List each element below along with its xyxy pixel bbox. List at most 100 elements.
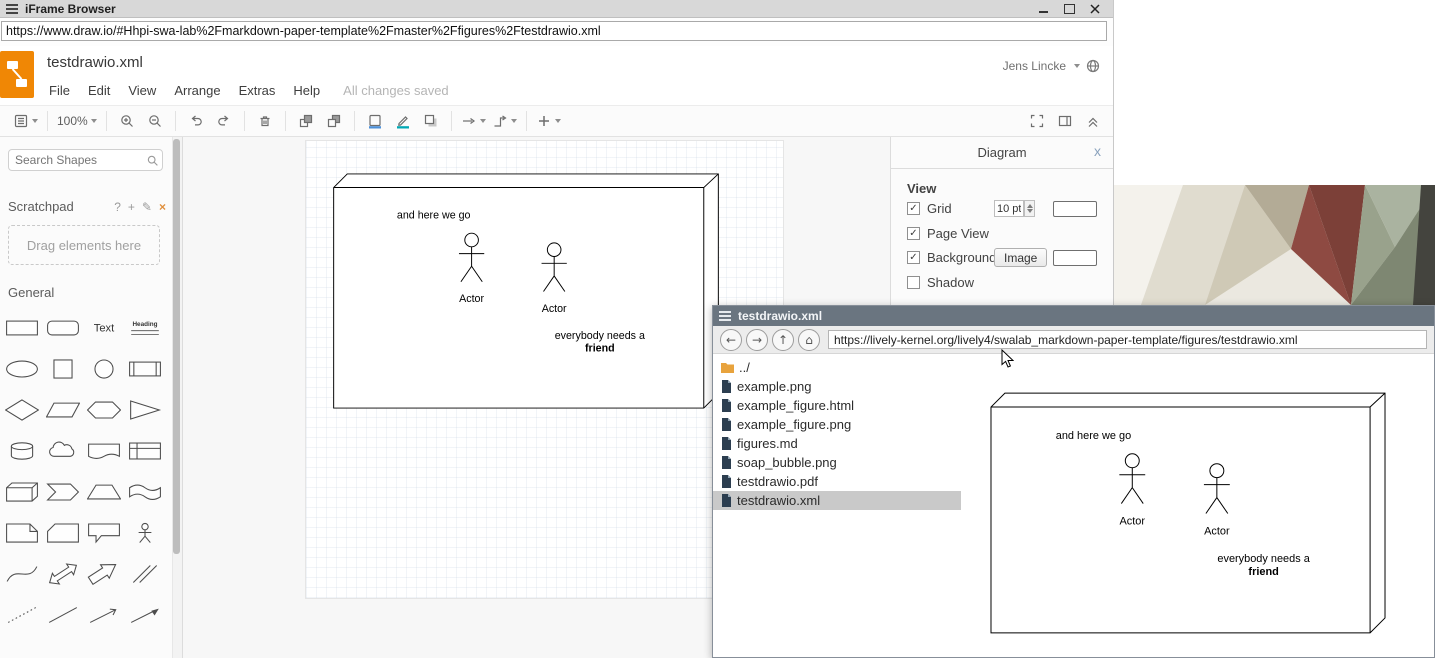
- scratchpad-help-icon[interactable]: ?: [114, 200, 121, 214]
- shape-cloud[interactable]: [42, 430, 83, 471]
- shape-line[interactable]: [42, 594, 83, 635]
- connection-button[interactable]: [458, 109, 489, 133]
- shape-internal-storage[interactable]: [124, 430, 165, 471]
- menu-arrange[interactable]: Arrange: [165, 83, 229, 98]
- shape-rectangle[interactable]: [1, 307, 42, 348]
- menu-edit[interactable]: Edit: [79, 83, 119, 98]
- search-input[interactable]: [8, 149, 163, 171]
- redo-button[interactable]: [210, 109, 238, 133]
- shape-card[interactable]: [42, 512, 83, 553]
- shape-parallelogram[interactable]: [42, 389, 83, 430]
- maximize-button[interactable]: [1061, 2, 1077, 15]
- fill-color-button[interactable]: [361, 109, 389, 133]
- shape-tape[interactable]: [124, 471, 165, 512]
- up-button[interactable]: ↑: [772, 329, 794, 351]
- fit-page-icon[interactable]: [1029, 113, 1045, 129]
- grid-size-input[interactable]: [994, 200, 1024, 217]
- zoom-level-dropdown[interactable]: 100%: [54, 109, 100, 133]
- shape-bidirectional-arrow[interactable]: [42, 553, 83, 594]
- file-row-selected[interactable]: testdrawio.xml: [713, 491, 961, 510]
- actor-1-label[interactable]: Actor: [459, 293, 484, 305]
- format-panel-toggle-icon[interactable]: [1057, 113, 1073, 129]
- shape-cube[interactable]: [1, 471, 42, 512]
- file-row[interactable]: example_figure.html: [713, 396, 961, 415]
- search-icon[interactable]: [146, 154, 160, 168]
- format-panel-close-icon[interactable]: x: [1094, 143, 1101, 159]
- shape-note[interactable]: [1, 512, 42, 553]
- delete-button[interactable]: [251, 109, 279, 133]
- to-back-button[interactable]: [320, 109, 348, 133]
- grid-size-spinner[interactable]: [1024, 200, 1035, 217]
- shadow-checkbox[interactable]: [907, 276, 920, 289]
- undo-button[interactable]: [182, 109, 210, 133]
- file-row-parent-dir[interactable]: ../: [713, 358, 961, 377]
- shape-ellipse[interactable]: [1, 348, 42, 389]
- section-general[interactable]: General: [8, 285, 54, 300]
- scratchpad-close-icon[interactable]: ×: [159, 200, 166, 214]
- shape-curve[interactable]: [1, 553, 42, 594]
- zoom-out-button[interactable]: [141, 109, 169, 133]
- cube-shape[interactable]: [334, 174, 719, 408]
- file-row[interactable]: example_figure.png: [713, 415, 961, 434]
- note-text-line2[interactable]: friend: [585, 343, 615, 355]
- shape-dotted-line[interactable]: [1, 594, 42, 635]
- sidebar-scrollbar-thumb[interactable]: [173, 139, 180, 554]
- to-front-button[interactable]: [292, 109, 320, 133]
- shape-rounded-rectangle[interactable]: [42, 307, 83, 348]
- home-button[interactable]: ⌂: [798, 329, 820, 351]
- shape-hexagon[interactable]: [83, 389, 124, 430]
- shape-heading[interactable]: Heading: [124, 307, 165, 348]
- actor-2-label[interactable]: Actor: [542, 303, 567, 315]
- shape-open-arrow[interactable]: [83, 594, 124, 635]
- note-text-line1[interactable]: everybody needs a: [555, 330, 645, 342]
- scratchpad-dropzone[interactable]: Drag elements here: [8, 225, 160, 265]
- menu-file[interactable]: File: [40, 83, 79, 98]
- menu-extras[interactable]: Extras: [230, 83, 285, 98]
- shape-arrow[interactable]: [124, 594, 165, 635]
- background-color-swatch[interactable]: [1053, 250, 1097, 266]
- grid-color-swatch[interactable]: [1053, 201, 1097, 217]
- close-button[interactable]: [1087, 2, 1103, 15]
- menu-view[interactable]: View: [119, 83, 165, 98]
- format-panel-tab-diagram[interactable]: Diagram: [891, 137, 1113, 169]
- language-globe-icon[interactable]: [1085, 58, 1101, 74]
- file-url-input[interactable]: [828, 330, 1427, 349]
- scratchpad-edit-icon[interactable]: ✎: [142, 200, 152, 214]
- shape-cylinder[interactable]: [1, 430, 42, 471]
- user-menu[interactable]: Jens Lincke: [1003, 58, 1101, 74]
- shape-block-arrow[interactable]: [83, 553, 124, 594]
- shape-document[interactable]: [83, 430, 124, 471]
- diagram-caption[interactable]: and here we go: [397, 210, 471, 222]
- background-image-button[interactable]: Image: [994, 248, 1047, 267]
- menu-help[interactable]: Help: [284, 83, 329, 98]
- spinner-down-icon[interactable]: [1027, 209, 1033, 213]
- background-checkbox[interactable]: ✓: [907, 251, 920, 264]
- shape-process[interactable]: [124, 348, 165, 389]
- file-row[interactable]: soap_bubble.png: [713, 453, 961, 472]
- scratchpad-add-icon[interactable]: +: [128, 200, 135, 214]
- insert-button[interactable]: [533, 109, 564, 133]
- shape-square[interactable]: [42, 348, 83, 389]
- window-menu-icon[interactable]: [719, 309, 731, 323]
- view-button[interactable]: [10, 109, 41, 133]
- shape-callout[interactable]: [83, 512, 124, 553]
- window-menu-icon[interactable]: [6, 2, 18, 16]
- shape-circle[interactable]: [83, 348, 124, 389]
- grid-checkbox[interactable]: ✓: [907, 202, 920, 215]
- address-bar[interactable]: [1, 21, 1107, 41]
- shape-diamond[interactable]: [1, 389, 42, 430]
- spinner-up-icon[interactable]: [1027, 204, 1033, 208]
- line-color-button[interactable]: [389, 109, 417, 133]
- shape-step[interactable]: [42, 471, 83, 512]
- zoom-in-button[interactable]: [113, 109, 141, 133]
- shape-trapezoid[interactable]: [83, 471, 124, 512]
- shape-actor[interactable]: [124, 512, 165, 553]
- back-button[interactable]: ←: [720, 329, 742, 351]
- shape-text[interactable]: Text: [83, 307, 124, 348]
- shape-triangle[interactable]: [124, 389, 165, 430]
- file-row[interactable]: testdrawio.pdf: [713, 472, 961, 491]
- shadow-button[interactable]: [417, 109, 445, 133]
- minimize-button[interactable]: [1035, 2, 1051, 15]
- page-view-checkbox[interactable]: ✓: [907, 227, 920, 240]
- collapse-toolbar-icon[interactable]: [1085, 113, 1101, 129]
